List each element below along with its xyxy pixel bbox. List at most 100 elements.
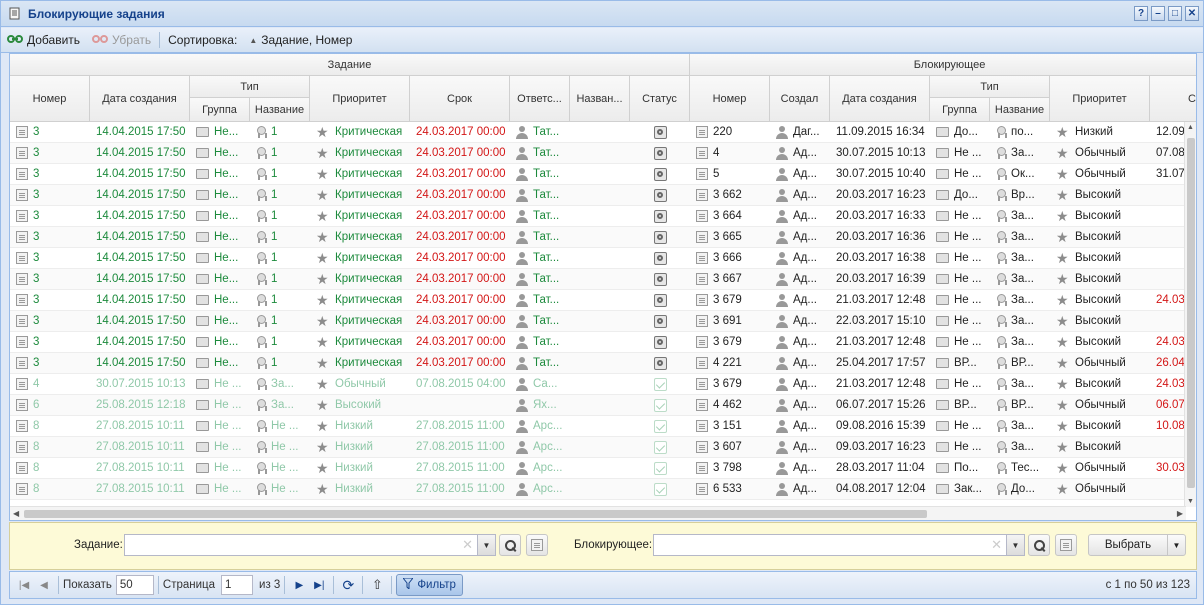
table-row[interactable]: 3 14.04.2015 17:50 Не... 1 ★ Критическая 24.03…: [10, 185, 1186, 206]
col-b-type-group[interactable]: Группа: [930, 98, 990, 122]
col-name[interactable]: Назван...: [570, 76, 630, 122]
cell-b-creator-text: Ад...: [793, 189, 817, 201]
task-search-button[interactable]: [499, 534, 521, 556]
close-icon: ✕: [1187, 7, 1197, 19]
table-row[interactable]: 3 14.04.2015 17:50 Не... 1 ★ Критическая 24.03…: [10, 143, 1186, 164]
next-page-icon[interactable]: ▶: [289, 575, 309, 595]
page-number-input[interactable]: 1: [221, 575, 254, 595]
table-row[interactable]: 3 14.04.2015 17:50 Не... 1 ★ Критическая 24.03…: [10, 206, 1186, 227]
cell-priority-text: Критическая: [335, 294, 403, 306]
cell-b-priority-text: Обычный: [1075, 462, 1126, 474]
table-row[interactable]: 8 27.08.2015 10:11 Не ... Не ... ★ Низкий 27.0…: [10, 437, 1186, 458]
col-status[interactable]: Статус: [630, 76, 690, 122]
table-row[interactable]: 3 14.04.2015 17:50 Не... 1 ★ Критическая 24.03…: [10, 122, 1186, 143]
col-b-number[interactable]: Номер: [690, 76, 770, 122]
scroll-down-icon[interactable]: ▼: [1187, 498, 1194, 505]
cell-type-group-text: Не...: [214, 294, 239, 306]
table-row[interactable]: 8 27.08.2015 10:11 Не ... Не ... ★ Низкий 27.0…: [10, 416, 1186, 437]
table-row[interactable]: 3 14.04.2015 17:50 Не... 1 ★ Критическая 24.03…: [10, 269, 1186, 290]
blocking-filter-combo[interactable]: ✕ ▼: [653, 534, 1025, 556]
blocking-search-button[interactable]: [1028, 534, 1050, 556]
prev-page-icon[interactable]: ◀: [34, 575, 54, 595]
add-button-label: Добавить: [27, 33, 81, 47]
first-page-icon[interactable]: |◀: [14, 575, 34, 595]
star-icon: ★: [1056, 481, 1069, 497]
cell-b-type-group: Не ...: [930, 164, 990, 184]
cell-status: [630, 479, 690, 499]
cell-b-type-group-text: Не ...: [954, 147, 982, 159]
chevron-down-icon[interactable]: ▼: [477, 535, 495, 555]
col-number[interactable]: Номер: [10, 76, 90, 122]
cell-b-priority: ★ Высокий: [1050, 290, 1150, 310]
user-icon: [776, 293, 788, 307]
col-b-priority[interactable]: Приоритет: [1050, 76, 1150, 122]
table-row[interactable]: 3 14.04.2015 17:50 Не... 1 ★ Критическая 24.03…: [10, 332, 1186, 353]
col-responsible[interactable]: Ответс...: [510, 76, 570, 122]
page-size-input[interactable]: 50: [115, 575, 154, 595]
add-button[interactable]: Добавить: [1, 30, 86, 51]
col-priority[interactable]: Приоритет: [310, 76, 410, 122]
cell-type-name: 1: [250, 353, 310, 373]
minimize-button[interactable]: –: [1151, 6, 1165, 21]
col-created[interactable]: Дата создания: [90, 76, 190, 122]
vertical-scrollbar[interactable]: ▲ ▼: [1184, 122, 1196, 507]
cell-b-priority-text: Высокий: [1075, 252, 1122, 264]
star-icon: ★: [316, 481, 329, 497]
clear-icon[interactable]: ✕: [991, 537, 1002, 553]
vertical-scroll-thumb[interactable]: [1187, 138, 1195, 488]
col-type-name[interactable]: Название: [250, 98, 310, 122]
folder-icon: [196, 337, 209, 347]
export-icon[interactable]: ⇧: [367, 575, 387, 595]
blocking-open-button[interactable]: [1055, 534, 1077, 556]
col-deadline[interactable]: Срок: [410, 76, 510, 122]
cell-number: 8: [10, 479, 90, 499]
table-row[interactable]: 8 27.08.2015 10:11 Не ... Не ... ★ Низкий 27.0…: [10, 479, 1186, 500]
cell-deadline: [410, 395, 510, 415]
last-page-icon[interactable]: ▶|: [309, 575, 329, 595]
table-row[interactable]: 3 14.04.2015 17:50 Не... 1 ★ Критическая 24.03…: [10, 353, 1186, 374]
cell-b-created-text: 09.03.2017 16:23: [836, 441, 926, 453]
close-button[interactable]: ✕: [1185, 6, 1199, 21]
scroll-right-icon[interactable]: ▶: [1177, 509, 1183, 518]
chevron-down-icon[interactable]: ▼: [1006, 535, 1024, 555]
select-button[interactable]: Выбрать ▼: [1088, 534, 1186, 556]
folder-icon: [196, 169, 209, 179]
filter-toggle-button[interactable]: Фильтр: [396, 574, 463, 596]
star-icon: ★: [1056, 397, 1069, 413]
table-row[interactable]: 3 14.04.2015 17:50 Не... 1 ★ Критическая 24.03…: [10, 290, 1186, 311]
cell-priority-text: Низкий: [335, 441, 373, 453]
remove-button[interactable]: Убрать: [86, 30, 157, 51]
table-row[interactable]: 3 14.04.2015 17:50 Не... 1 ★ Критическая 24.03…: [10, 248, 1186, 269]
table-row[interactable]: 3 14.04.2015 17:50 Не... 1 ★ Критическая 24.03…: [10, 164, 1186, 185]
cell-deadline-text: 24.03.2017 00:00: [416, 147, 506, 159]
clear-icon[interactable]: ✕: [462, 537, 473, 553]
sort-value-button[interactable]: ▲ Задание, Номер: [243, 30, 358, 51]
cell-b-creator: Ад...: [770, 164, 830, 184]
scroll-up-icon[interactable]: ▲: [1187, 124, 1194, 131]
star-icon: ★: [316, 166, 329, 182]
table-row[interactable]: 4 30.07.2015 10:13 Не ... За... ★ Обычный 07.0…: [10, 374, 1186, 395]
refresh-icon[interactable]: ⟳: [338, 575, 358, 595]
col-b-type-name[interactable]: Название: [990, 98, 1050, 122]
maximize-button[interactable]: □: [1168, 6, 1182, 21]
scroll-left-icon[interactable]: ◀: [13, 509, 19, 518]
col-b-creator[interactable]: Создал: [770, 76, 830, 122]
cell-b-priority: ★ Высокий: [1050, 416, 1150, 436]
horizontal-scrollbar[interactable]: ◀ ▶: [10, 506, 1186, 520]
cell-type-name-text: Не ...: [271, 420, 299, 432]
table-row[interactable]: 8 27.08.2015 10:11 Не ... Не ... ★ Низкий 27.0…: [10, 458, 1186, 479]
help-button[interactable]: ?: [1134, 6, 1148, 21]
col-b-created[interactable]: Дата создания: [830, 76, 930, 122]
award-icon: [996, 483, 1007, 495]
chevron-down-icon[interactable]: ▼: [1167, 535, 1185, 555]
col-type-group[interactable]: Группа: [190, 98, 250, 122]
col-b-deadline[interactable]: Ср: [1150, 76, 1196, 122]
task-filter-combo[interactable]: ✕ ▼: [124, 534, 496, 556]
task-open-button[interactable]: [526, 534, 548, 556]
horizontal-scroll-thumb[interactable]: [24, 510, 927, 518]
table-row[interactable]: 3 14.04.2015 17:50 Не... 1 ★ Критическая 24.03…: [10, 227, 1186, 248]
cell-b-type-name-text: Вр...: [1011, 189, 1035, 201]
table-row[interactable]: 6 25.08.2015 12:18 Не ... За... ★ Высокий Ях..…: [10, 395, 1186, 416]
table-row[interactable]: 3 14.04.2015 17:50 Не... 1 ★ Критическая 24.03…: [10, 311, 1186, 332]
cell-b-creator: Ад...: [770, 269, 830, 289]
